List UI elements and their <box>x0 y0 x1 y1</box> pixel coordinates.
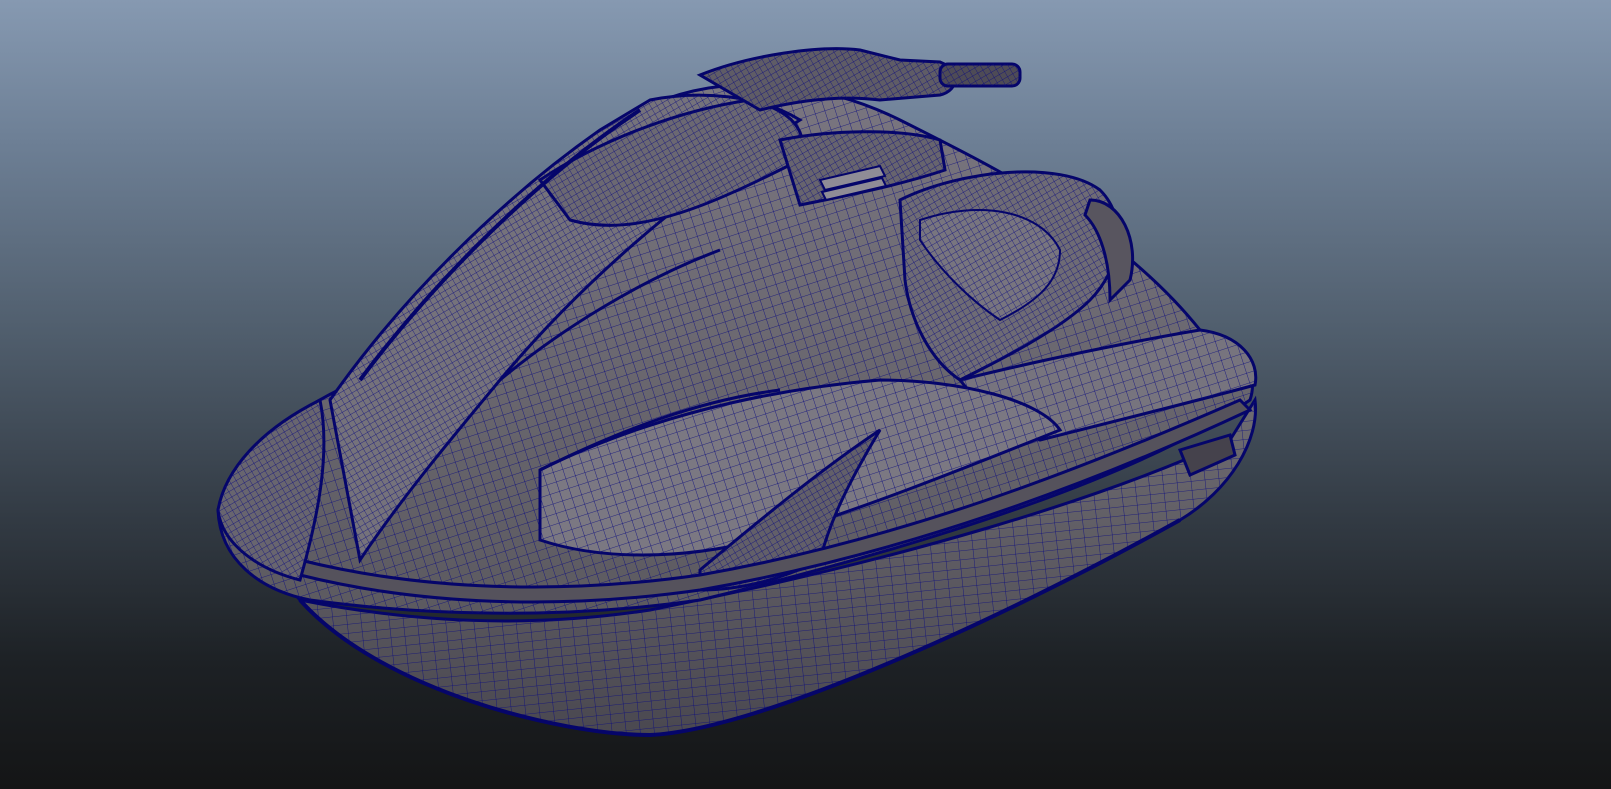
model-render <box>216 47 1258 738</box>
3d-viewport[interactable] <box>0 0 1611 789</box>
handlebar <box>696 47 1022 112</box>
jetski-model <box>216 47 1258 738</box>
